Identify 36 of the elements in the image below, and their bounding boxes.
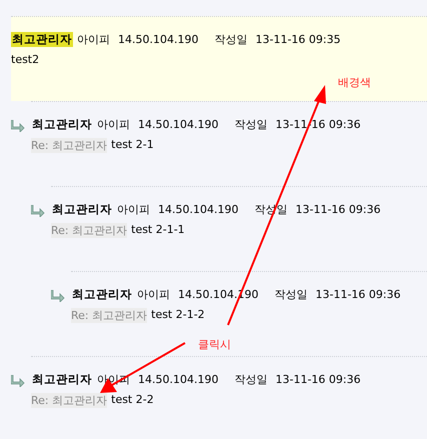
annotation-text: 배경색 [338, 75, 371, 90]
date-label: 작성일 [234, 372, 268, 386]
post-date: 13-11-16 09:35 [255, 32, 341, 46]
ip-label: 아이피 [117, 202, 150, 216]
comment-text: test 2-2 [111, 393, 154, 408]
post-date: 13-11-16 09:36 [275, 372, 361, 386]
date-label: 작성일 [234, 116, 268, 132]
author-name: 최고관리자 [31, 116, 93, 132]
author-name: 최고관리자 [71, 286, 133, 302]
author-name: 최고관리자 [31, 372, 93, 386]
post-date: 13-11-16 09:36 [295, 202, 381, 216]
reply-to-label: Re: 최고관리자 [51, 223, 128, 238]
ip-label: 아이피 [137, 286, 170, 302]
ip-address: 14.50.104.190 [138, 372, 218, 386]
annotation-text: 클릭시 [198, 337, 231, 352]
reply-arrow-icon [11, 120, 25, 132]
author-name: 최고관리자 [11, 32, 73, 46]
ip-address: 14.50.104.190 [138, 118, 218, 130]
reply-to-label: Re: 최고관리자 [31, 393, 108, 408]
comment-text: test 2-1 [111, 138, 154, 153]
ip-label: 아이피 [77, 32, 110, 46]
reply-to-label: Re: 최고관리자 [31, 138, 108, 153]
ip-address: 14.50.104.190 [158, 202, 238, 216]
reply-arrow-icon [31, 205, 45, 217]
ip-label: 아이피 [97, 116, 130, 132]
date-label: 작성일 [214, 32, 248, 46]
author-name: 최고관리자 [51, 202, 113, 216]
comment-text: test 2-1-1 [131, 223, 185, 238]
reply-arrow-icon [11, 375, 25, 387]
reply-to-label: Re: 최고관리자 [71, 308, 148, 323]
comment-text: test 2-1-2 [151, 308, 205, 323]
post-date: 13-11-16 09:36 [315, 288, 401, 300]
ip-address: 14.50.104.190 [118, 32, 198, 46]
reply-arrow-icon [51, 290, 65, 302]
comment-text: test2 [11, 53, 40, 66]
date-label: 작성일 [274, 286, 308, 302]
